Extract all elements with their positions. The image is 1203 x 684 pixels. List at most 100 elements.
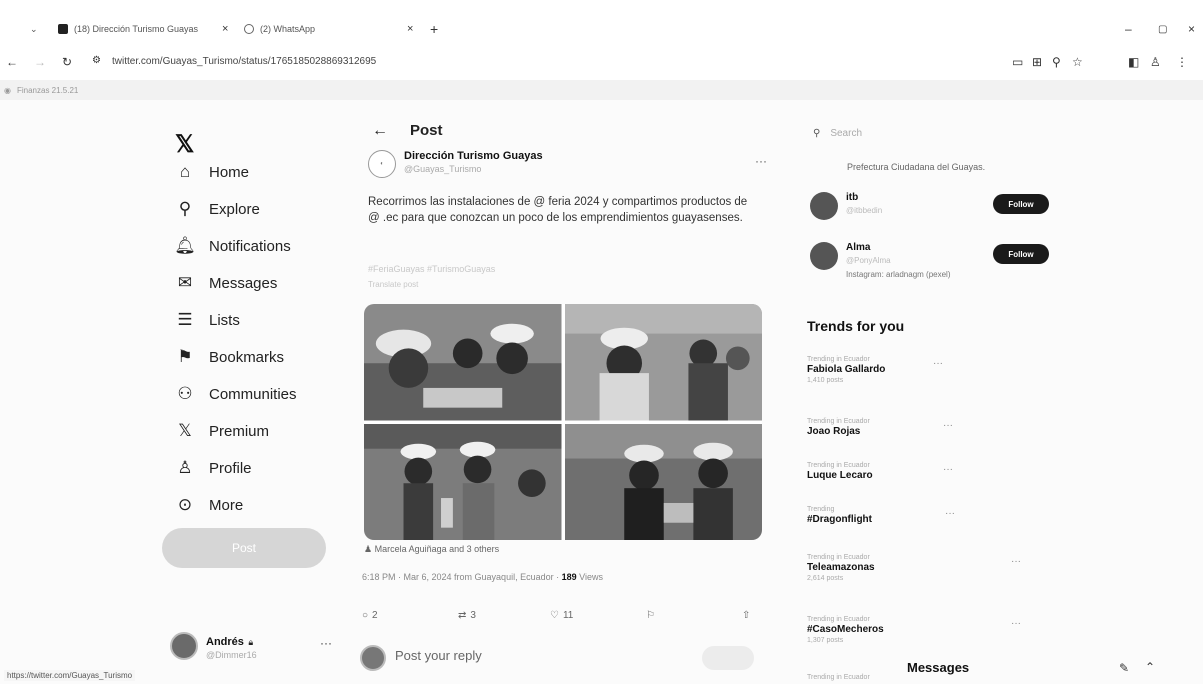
like-count: 11 <box>562 610 574 621</box>
tab-direccion-turismo[interactable]: (18) Dirección Turismo Guayas × <box>58 18 228 40</box>
sidebar-item-bookmarks[interactable]: ⚑ Bookmarks <box>175 343 284 371</box>
bookmark-action[interactable]: ⚐ <box>646 610 655 621</box>
user-name: Alma <box>846 242 871 253</box>
views-label: Views <box>579 572 604 582</box>
trend-more-icon[interactable]: ··· <box>943 420 953 431</box>
share-action[interactable]: ⇧ <box>742 610 750 621</box>
trend-context: Trending in Ecuador <box>807 554 870 561</box>
post-photo-3[interactable] <box>364 423 562 540</box>
back-nav-icon[interactable]: ← <box>6 55 18 69</box>
repost-count: 3 <box>470 610 476 621</box>
repost-action[interactable]: ⇄ 3 <box>458 610 476 621</box>
sidebar-item-explore[interactable]: ⚲ Explore <box>175 195 260 223</box>
post-timestamp: 6:18 PM · Mar 6, 2024 from Guayaquil, Ec… <box>362 572 603 582</box>
reply-input[interactable]: Post your reply <box>395 648 482 663</box>
globe-icon: ◉ <box>4 85 11 95</box>
reply-button[interactable] <box>702 646 754 670</box>
trend-name: Luque Lecaro <box>807 470 873 481</box>
sidebar-item-premium[interactable]: 𝕏 Premium <box>175 417 269 445</box>
tab-whatsapp[interactable]: (2) WhatsApp × <box>244 18 413 40</box>
account-switcher[interactable]: Andrés 🔒︎ @Dimmer16 <box>170 628 340 664</box>
sidebar-item-more[interactable]: ⊙ More <box>175 491 243 519</box>
reply-icon: ○ <box>362 610 369 621</box>
tab-close-button[interactable]: × <box>407 23 413 35</box>
post-text: Recorrimos las instalaciones de @ feria … <box>368 196 748 224</box>
trend-context: Trending in Ecuador <box>807 462 870 469</box>
sidebar-item-communities[interactable]: ⚇ Communities <box>175 380 297 408</box>
trend-more-icon[interactable]: ··· <box>943 464 953 475</box>
tab-close-button[interactable]: × <box>222 23 228 35</box>
trend-context: Trending in Ecuador <box>807 616 870 623</box>
new-tab-button[interactable]: + <box>430 18 438 40</box>
restore-button[interactable]: ▢ <box>1158 18 1167 40</box>
like-action[interactable]: ♡ 11 <box>550 610 573 621</box>
messages-drawer[interactable]: Messages ✎ ⌃ <box>895 652 1195 684</box>
translate-post-link[interactable]: Translate post <box>368 280 418 289</box>
post-photo-1[interactable] <box>364 304 562 421</box>
trend-item[interactable]: Trending #Dragonflight ··· <box>807 506 1027 525</box>
post-photo-4[interactable] <box>564 423 762 540</box>
trend-item[interactable]: Trending in Ecuador Joao Rojas ··· <box>807 418 1027 437</box>
kebab-menu-icon[interactable]: ⋮ <box>1176 55 1188 69</box>
trend-item[interactable]: Trending in Ecuador Luque Lecaro ··· <box>807 462 1027 481</box>
back-arrow-icon[interactable]: ← <box>372 122 388 140</box>
close-window-button[interactable]: × <box>1188 18 1195 40</box>
site-settings-icon[interactable]: ⚙ <box>92 55 101 66</box>
compose-message-icon[interactable]: ✎ <box>1119 661 1129 675</box>
trend-name: Fabiola Gallardo <box>807 364 886 375</box>
bookmark-icon: ⚑ <box>177 347 193 366</box>
author-avatar[interactable]: ◐ <box>368 150 396 178</box>
author-name[interactable]: Dirección Turismo Guayas <box>404 150 543 162</box>
minimize-button[interactable]: – <box>1125 18 1132 40</box>
bookmark-item[interactable]: Finanzas 21.5.21 <box>17 86 78 95</box>
tagged-users[interactable]: ♟ Marcela Aguiñaga and 3 others <box>364 544 499 555</box>
profile-icon[interactable]: ♙ <box>1150 55 1161 69</box>
post-hashtags[interactable]: #FeriaGuayas #TurismoGuayas <box>368 264 495 274</box>
cast-icon[interactable]: ▭ <box>1012 55 1023 69</box>
tab-menu-button[interactable]: ⌄ <box>30 18 38 40</box>
forward-nav-icon[interactable]: → <box>34 55 46 69</box>
sidepanel-icon[interactable]: ◧ <box>1128 55 1139 69</box>
trend-more-icon[interactable]: ··· <box>933 358 943 369</box>
url-field[interactable]: twitter.com/Guayas_Turismo/status/176518… <box>112 56 376 67</box>
author-handle[interactable]: @Guayas_Turismo <box>404 164 481 174</box>
search-icon: ⚲ <box>813 128 821 139</box>
translate-icon[interactable]: ⊞ <box>1032 55 1042 69</box>
trend-item[interactable]: Trending in Ecuador Fabiola Gallardo 1,4… <box>807 356 1027 384</box>
reload-icon[interactable]: ↻ <box>62 55 72 69</box>
post-button[interactable]: Post <box>162 528 326 568</box>
post-media-grid[interactable] <box>364 304 762 540</box>
search-icon: ⚲ <box>178 199 192 218</box>
trend-item[interactable]: Trending in Ecuador Teleamazonas 2,614 p… <box>807 554 1027 582</box>
more-circle-icon: ⊙ <box>177 495 193 514</box>
star-icon[interactable]: ☆ <box>1072 55 1083 69</box>
who-to-follow-alma[interactable]: Alma @PonyAlma Instagram: arladnagm (pex… <box>810 242 1049 282</box>
trend-more-icon[interactable]: ··· <box>945 508 955 519</box>
follow-button[interactable]: Follow <box>993 194 1049 214</box>
trend-item[interactable]: Trending in Ecuador #CasoMecheros 1,307 … <box>807 616 1027 644</box>
sidebar-item-label: Communities <box>209 385 297 403</box>
lock-icon: 🔒︎ <box>248 637 254 647</box>
trend-more-icon[interactable]: ··· <box>1011 556 1021 567</box>
post-photo-2[interactable] <box>564 304 762 421</box>
x-logo-icon[interactable]: 𝕏 <box>175 130 194 159</box>
chevron-up-icon[interactable]: ⌃ <box>1145 660 1155 674</box>
follow-button[interactable]: Follow <box>993 244 1049 264</box>
search-input[interactable]: ⚲ Search <box>813 128 862 139</box>
messages-title: Messages <box>907 660 970 675</box>
zoom-icon[interactable]: ⚲ <box>1052 55 1061 69</box>
reply-action[interactable]: ○ 2 <box>362 610 378 621</box>
who-to-follow-itb[interactable]: itb @itbbedin Follow <box>810 192 1049 232</box>
sidebar-item-home[interactable]: ⌂ Home <box>175 158 249 186</box>
bell-icon: 🔔︎ <box>174 236 196 255</box>
account-more-button[interactable]: ··· <box>320 636 332 650</box>
user-handle: @itbbedin <box>846 206 883 215</box>
sidebar-item-lists[interactable]: ☰ Lists <box>175 306 239 334</box>
sidebar-item-messages[interactable]: ✉ Messages <box>175 269 278 297</box>
chevron-down-icon[interactable]: ⌄ <box>30 24 38 35</box>
sidebar-item-notifications[interactable]: 🔔︎ Notifications <box>174 232 291 260</box>
sidebar-item-profile[interactable]: ♙ Profile <box>175 454 251 482</box>
post-more-icon[interactable]: ··· <box>755 154 767 168</box>
sidebar-item-label: Premium <box>209 422 270 440</box>
trend-more-icon[interactable]: ··· <box>1011 618 1021 629</box>
